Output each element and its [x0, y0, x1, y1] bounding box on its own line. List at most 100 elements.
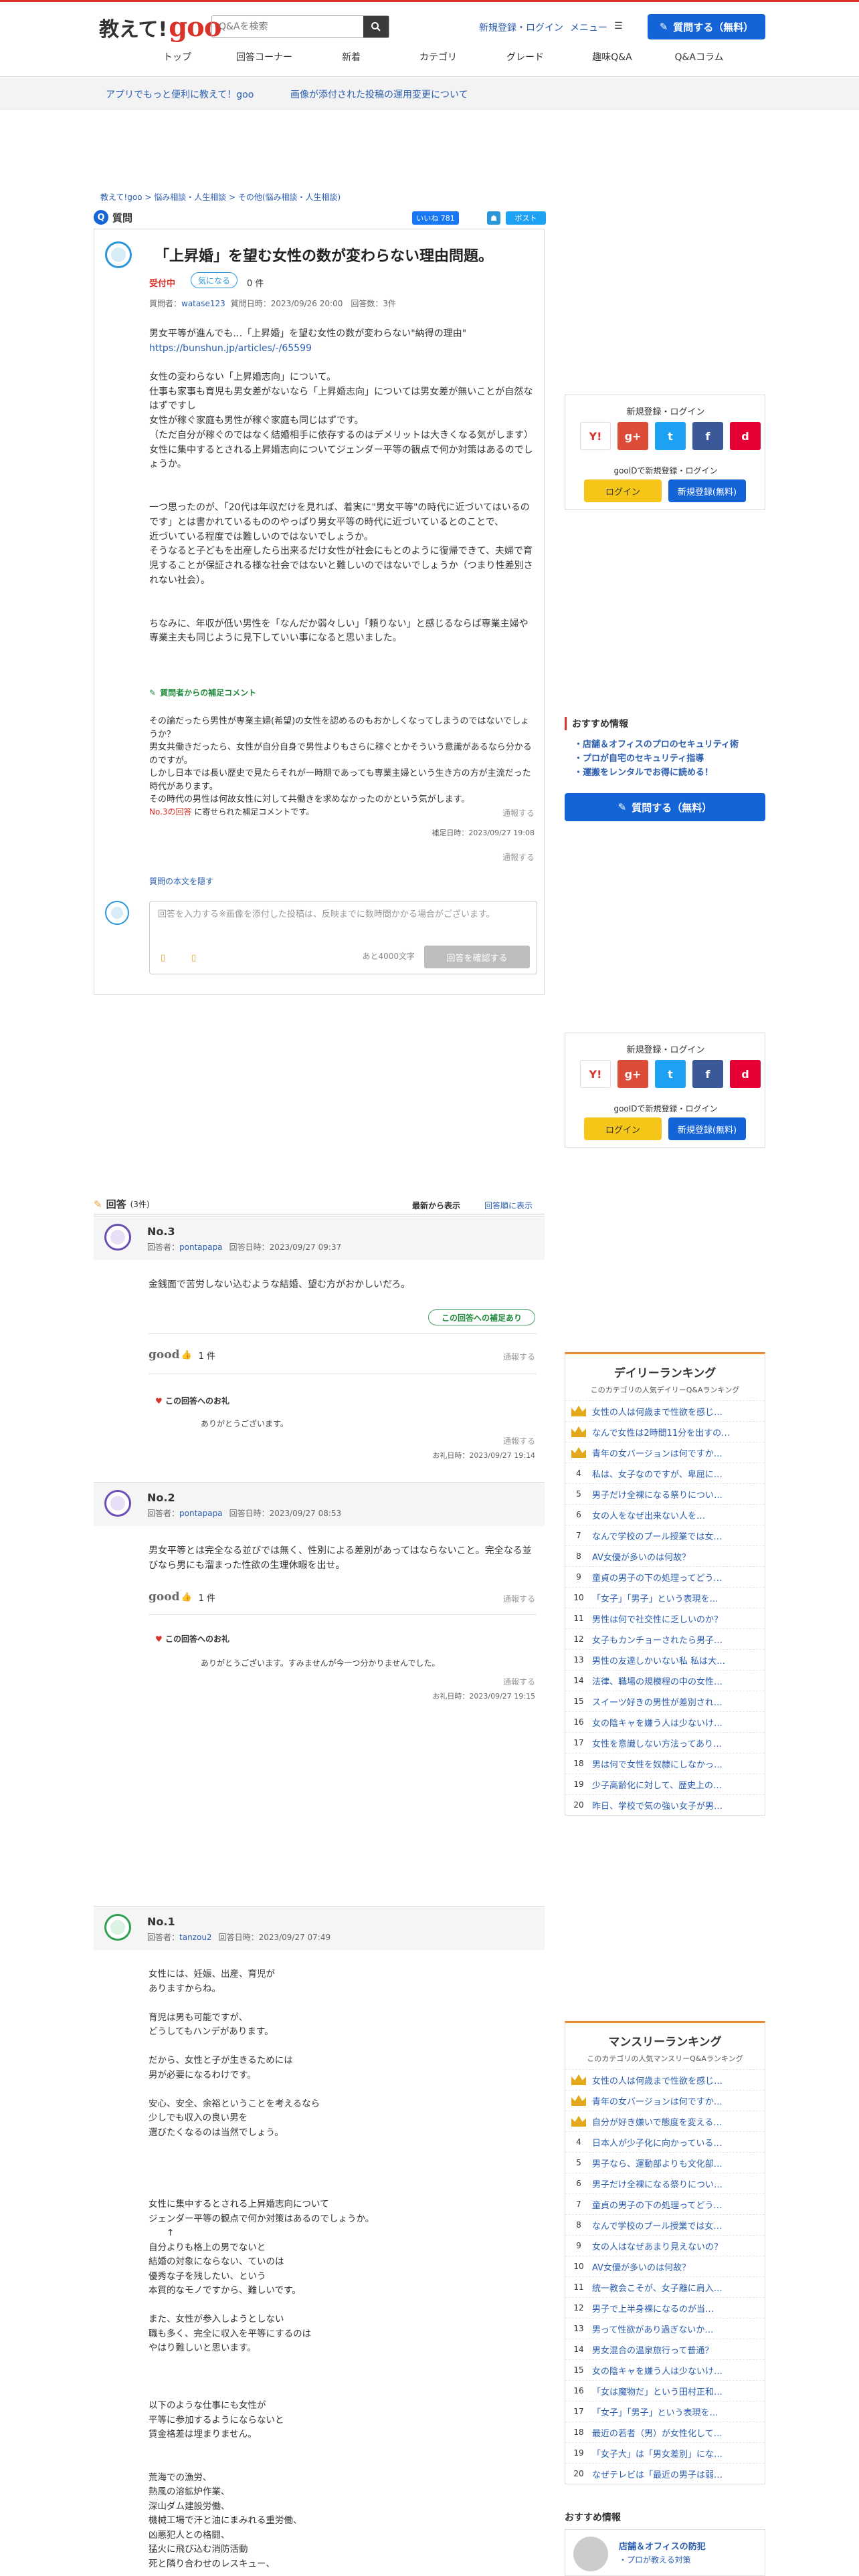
report-link[interactable]: 通報する [502, 807, 535, 819]
avatar[interactable] [105, 241, 132, 268]
docomo-icon[interactable]: d [730, 1060, 761, 1088]
ranking-item[interactable]: 17 女性を意識しない方法ってあり… [565, 1732, 765, 1753]
tweet-button[interactable]: ポスト [506, 211, 546, 225]
ranking-item[interactable]: 7 童貞の男子の下の処理ってどう… [565, 2193, 765, 2214]
ranking-item[interactable]: 19 「女子大」は「男女差別」にな… [565, 2442, 765, 2463]
nav-item[interactable]: 新着 [308, 50, 395, 64]
ranking-item[interactable]: 20 昨日、学校で気の強い女子が男… [565, 1794, 765, 1815]
nav-item[interactable]: カテゴリ [395, 50, 482, 64]
ranking-item[interactable]: 4 日本人が少子化に向かっている… [565, 2131, 765, 2152]
nav-item[interactable]: 趣味Q&A [569, 50, 656, 64]
report-link[interactable]: 通報する [503, 1435, 535, 1446]
follow-button[interactable]: 気になる [191, 272, 237, 288]
ranking-item[interactable]: なんで女性は2時間11分を出すの… [565, 1421, 765, 1442]
ranking-item[interactable]: 5 男子だけ全裸になる祭りについ… [565, 1483, 765, 1504]
breadcrumb[interactable]: 教えて!goo > 悩み相談・人生相談 > その他(悩み相談・人生相談) [100, 191, 341, 203]
attach-icon[interactable]: ▯ [191, 953, 196, 963]
search-input[interactable] [212, 16, 363, 37]
ranking-item[interactable]: 11 男性は何で社交性に乏しいのか？ [565, 1608, 765, 1628]
other-info-card[interactable]: 店舗＆オフィスの防犯 ・プロが教える対策 [565, 2529, 765, 2576]
report-link[interactable]: 通報する [502, 851, 535, 863]
ranking-item[interactable]: 青年の女バージョンは何ですか… [565, 2090, 765, 2111]
nav-item[interactable]: Q&Aコラム [656, 50, 743, 64]
answer-input[interactable]: 回答を入力する※画像を添付した投稿は、反映までに数時間かかる場合がございます。 [158, 908, 519, 922]
menu-link[interactable]: メニュー [570, 21, 607, 34]
ranking-item[interactable]: 女性の人は何歳まで性欲を感じ… [565, 2069, 765, 2090]
ranking-item[interactable]: 4 私は、女子なのですが、卑屈に… [565, 1463, 765, 1483]
confirm-answer-button[interactable]: 回答を確認する [424, 946, 530, 968]
ranking-item[interactable]: 16 女の陰キャを嫌う人は少ないけ… [565, 1711, 765, 1732]
ranking-item[interactable]: 10 「女子」「男子」という表現を… [565, 1587, 765, 1608]
ranking-item[interactable]: 女性の人は何歳まで性欲を感じ… [565, 1400, 765, 1421]
ranking-item[interactable]: 20 なぜテレビは「最近の男子は弱… [565, 2463, 765, 2484]
ranking-item[interactable]: 11 統一教会こそが、女子離に肩入… [565, 2276, 765, 2297]
search-button[interactable] [363, 16, 389, 37]
nav-item[interactable]: トップ [134, 50, 221, 64]
answerer-link[interactable]: pontapapa [179, 1509, 223, 1518]
site-logo[interactable]: 教えて! goo [99, 11, 222, 43]
ranking-item[interactable]: 13 男性の友達しかいない私 私は大… [565, 1649, 765, 1670]
google-icon[interactable]: g+ [617, 422, 648, 450]
notice-link[interactable]: 画像が添付された投稿の運用変更について [290, 88, 468, 101]
bookmark-icon[interactable]: ☗ [487, 211, 500, 225]
ranking-item[interactable]: 15 女の陰キャを嫌う人は少ないけ… [565, 2359, 765, 2380]
ranking-item[interactable]: 17 「女子」「男子」という表現を… [565, 2401, 765, 2422]
yahoo-icon[interactable]: Y! [580, 1060, 611, 1088]
supplement-ref-link[interactable]: No.3の回答 [149, 807, 192, 817]
ranking-item[interactable]: 6 女の人をなぜ出来ない人を… [565, 1504, 765, 1525]
hide-question-link[interactable]: 質問の本文を隠す [149, 875, 213, 887]
nav-item[interactable]: 回答コーナー [221, 50, 308, 64]
answerer-link[interactable]: pontapapa [179, 1243, 223, 1252]
ranking-item[interactable]: 16 「女は魔物だ」という田村正和… [565, 2380, 765, 2401]
answerer-link[interactable]: tanzou2 [179, 1933, 212, 1942]
ranking-item[interactable]: 10 AV女優が多いのは何故？ [565, 2256, 765, 2276]
ranking-item[interactable]: 6 男子だけ全裸になる祭りについ… [565, 2173, 765, 2193]
ranking-item[interactable]: 自分が好き嫌いで態度を変える… [565, 2111, 765, 2131]
facebook-icon[interactable]: f [692, 1060, 723, 1088]
ranking-item[interactable]: 18 最近の若者（男）が女性化して… [565, 2422, 765, 2442]
header-ask-button[interactable]: ✎ 質問する（無料） [648, 14, 765, 39]
sort-by-order[interactable]: 回答順に表示 [484, 1200, 533, 1211]
report-link[interactable]: 通報する [503, 1676, 535, 1687]
ranking-item[interactable]: 14 法律、職場の規模程の中の女性… [565, 1670, 765, 1691]
register-button[interactable]: 新規登録(無料) [668, 479, 746, 502]
sort-latest[interactable]: 最新から表示 [412, 1200, 460, 1211]
facebook-icon[interactable]: f [692, 422, 723, 450]
ranking-item[interactable]: 13 男って性欲があり過ぎないか… [565, 2318, 765, 2339]
twitter-icon[interactable]: t [655, 1060, 686, 1088]
ranking-item[interactable]: 19 少子高齢化に対して、歴史上の… [565, 1774, 765, 1794]
recommend-item[interactable]: ・運搬をレンタルでお得に読める！ [574, 766, 739, 780]
recommend-item[interactable]: ・店舗＆オフィスのプロのセキュリティ術 [574, 738, 739, 752]
login-link[interactable]: 新規登録・ログイン [479, 21, 563, 34]
login-button[interactable]: ログイン [584, 1117, 662, 1140]
ranking-item[interactable]: 8 AV女優が多いのは何故？ [565, 1545, 765, 1566]
recommend-item[interactable]: ・プロが自宅のセキュリティ指導 [574, 752, 739, 766]
ranking-item[interactable]: 9 女の人はなぜあまり見えないの？ [565, 2235, 765, 2256]
login-button[interactable]: ログイン [584, 479, 662, 502]
sidebar-ask-button[interactable]: ✎ 質問する（無料） [565, 793, 765, 821]
good-button[interactable]: good 👍 1 件 [149, 1348, 215, 1362]
ranking-item[interactable]: 5 男子なら、運動部よりも文化部… [565, 2152, 765, 2173]
ranking-item[interactable]: 12 女子もカンチョーされたら男子… [565, 1628, 765, 1649]
app-link[interactable]: アプリでもっと便利に教えて！goo [106, 88, 254, 101]
ranking-item[interactable]: 18 男は何で女性を奴隷にしなかっ… [565, 1753, 765, 1774]
docomo-icon[interactable]: d [730, 422, 761, 450]
report-link[interactable]: 通報する [503, 1351, 535, 1362]
image-icon[interactable]: ▯ [161, 953, 165, 963]
like-button[interactable]: いいね 781 [412, 211, 459, 225]
ranking-item[interactable]: 12 男子で上半身裸になるのが当… [565, 2297, 765, 2318]
google-icon[interactable]: g+ [617, 1060, 648, 1088]
ranking-item[interactable]: 青年の女バージョンは何ですか… [565, 1442, 765, 1463]
report-link[interactable]: 通報する [503, 1593, 535, 1604]
ranking-item[interactable]: 7 なんで学校のプール授業では女… [565, 1525, 765, 1545]
good-button[interactable]: good 👍 1 件 [149, 1590, 215, 1604]
avatar[interactable] [104, 1914, 131, 1941]
article-link[interactable]: https://bunshun.jp/articles/-/65599 [149, 343, 312, 354]
ranking-item[interactable]: 8 なんで学校のプール授業では女… [565, 2214, 765, 2235]
supplement-badge[interactable]: この回答への補足あり [428, 1309, 535, 1325]
ranking-item[interactable]: 14 男女混合の温泉旅行って普通？ [565, 2339, 765, 2359]
avatar[interactable] [104, 1224, 131, 1251]
ranking-item[interactable]: 9 童貞の男子の下の処理ってどう… [565, 1566, 765, 1587]
menu-icon[interactable]: ☰ [614, 21, 623, 34]
yahoo-icon[interactable]: Y! [580, 422, 611, 450]
